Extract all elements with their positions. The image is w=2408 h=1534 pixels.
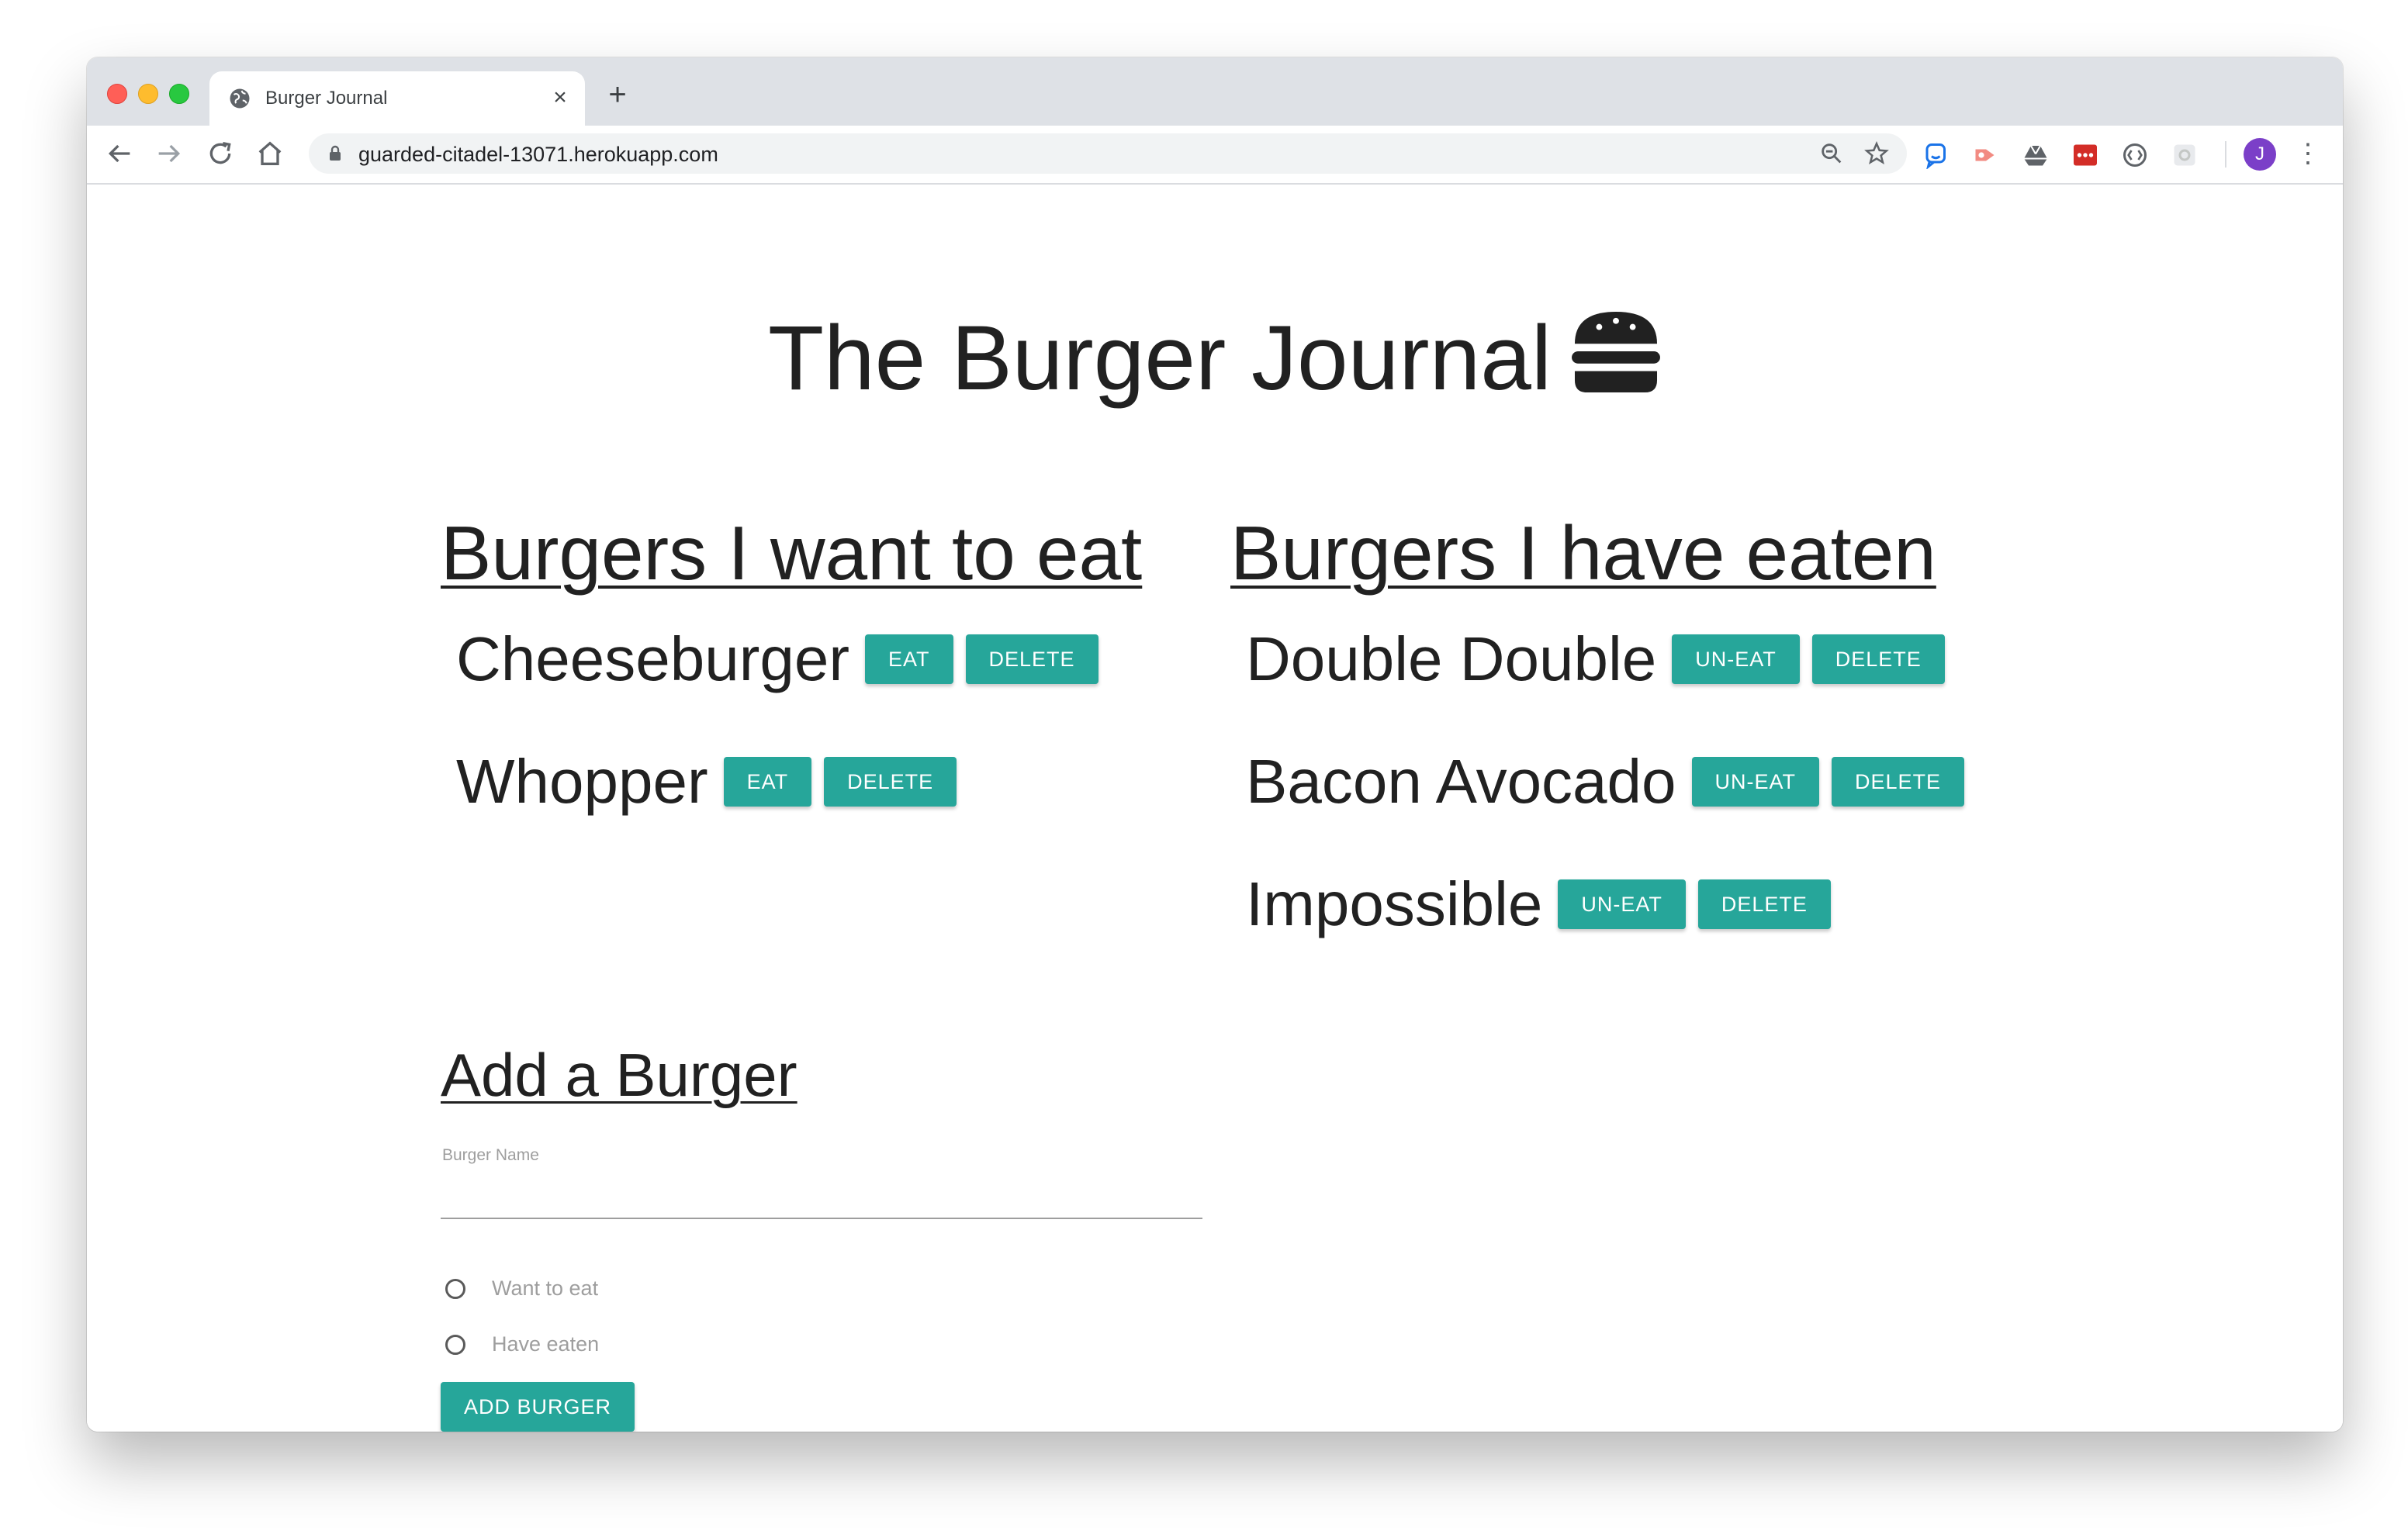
- un-eat-button[interactable]: UN-EAT: [1672, 634, 1800, 684]
- cast-extension-icon[interactable]: [1972, 141, 2000, 169]
- add-burger-heading: Add a Burger: [441, 1041, 797, 1109]
- radio-have-eaten[interactable]: Have eaten: [445, 1332, 599, 1356]
- delete-button[interactable]: DELETE: [1697, 879, 1831, 929]
- back-arrow-icon[interactable]: [104, 138, 135, 169]
- chat-extension-icon[interactable]: [1922, 141, 1950, 169]
- home-icon[interactable]: [254, 138, 285, 169]
- star-icon[interactable]: [1863, 140, 1890, 167]
- burger-name: Bacon Avocado: [1246, 747, 1676, 816]
- forward-arrow-icon[interactable]: [154, 138, 185, 169]
- new-tab-button[interactable]: +: [602, 79, 633, 112]
- burger-name: Double Double: [1246, 624, 1657, 693]
- code-extension-icon[interactable]: [2121, 141, 2149, 169]
- reload-icon[interactable]: [205, 138, 236, 169]
- lastpass-extension-icon[interactable]: [2071, 141, 2099, 169]
- radio-circle-icon[interactable]: [445, 1334, 465, 1355]
- maximize-window-button[interactable]: [169, 84, 189, 104]
- eat-button[interactable]: EAT: [865, 634, 953, 684]
- generic-extension-icon[interactable]: [2171, 141, 2199, 169]
- burger-name-input[interactable]: [441, 1170, 1202, 1219]
- radio-label: Want to eat: [492, 1277, 599, 1300]
- zoom-icon[interactable]: [1818, 140, 1845, 167]
- delete-button[interactable]: DELETE: [824, 757, 957, 807]
- list-item: Double Double UN-EAT DELETE: [1246, 624, 1957, 695]
- un-eat-button[interactable]: UN-EAT: [1691, 757, 1820, 807]
- page-content: The Burger Journal Burgers I want to eat…: [87, 185, 2343, 1432]
- page-title: The Burger Journal: [87, 301, 2343, 409]
- browser-toolbar: guarded-citadel-13071.herokuapp.com J ⋮: [87, 126, 2343, 185]
- list-item: Impossible UN-EAT DELETE: [1246, 869, 1843, 940]
- radio-want-to-eat[interactable]: Want to eat: [445, 1277, 598, 1301]
- un-eat-button[interactable]: UN-EAT: [1558, 879, 1686, 929]
- delete-button[interactable]: DELETE: [1811, 634, 1945, 684]
- list-item: Whopper EAT DELETE: [456, 746, 969, 817]
- address-bar[interactable]: guarded-citadel-13071.herokuapp.com: [309, 133, 1907, 174]
- burger-name: Cheeseburger: [456, 624, 849, 693]
- list-item: Cheeseburger EAT DELETE: [456, 624, 1111, 695]
- tab-burger-journal[interactable]: Burger Journal ×: [209, 71, 585, 126]
- lock-icon: [330, 145, 341, 161]
- kebab-menu-icon[interactable]: ⋮: [2295, 138, 2321, 171]
- tab-title: Burger Journal: [265, 88, 388, 109]
- want-to-eat-heading: Burgers I want to eat: [441, 510, 1143, 596]
- burger-name: Whopper: [456, 747, 708, 816]
- page-title-text: The Burger Journal: [767, 306, 1552, 409]
- tab-close-icon[interactable]: ×: [546, 84, 574, 112]
- url-text: guarded-citadel-13071.herokuapp.com: [358, 143, 718, 166]
- close-window-button[interactable]: [107, 84, 127, 104]
- delete-button[interactable]: DELETE: [965, 634, 1098, 684]
- browser-window: Burger Journal × + guarded-citadel-13071…: [87, 57, 2343, 1432]
- globe-icon: [230, 88, 250, 109]
- add-burger-button[interactable]: ADD BURGER: [441, 1382, 635, 1432]
- radio-label: Have eaten: [492, 1332, 600, 1356]
- minimize-window-button[interactable]: [138, 84, 158, 104]
- profile-avatar[interactable]: J: [2244, 138, 2276, 171]
- eat-button[interactable]: EAT: [723, 757, 812, 807]
- have-eaten-heading: Burgers I have eaten: [1230, 510, 1936, 596]
- burger-name-label: Burger Name: [442, 1146, 539, 1164]
- burger-name: Impossible: [1246, 869, 1543, 938]
- tab-bar: Burger Journal × +: [87, 57, 2343, 126]
- toolbar-separator: [2225, 141, 2226, 168]
- drive-extension-icon[interactable]: [2022, 141, 2050, 169]
- delete-button[interactable]: DELETE: [1832, 757, 1965, 807]
- hamburger-icon: [1572, 311, 1660, 392]
- list-item: Bacon Avocado UN-EAT DELETE: [1246, 746, 1977, 817]
- radio-circle-icon[interactable]: [445, 1278, 465, 1299]
